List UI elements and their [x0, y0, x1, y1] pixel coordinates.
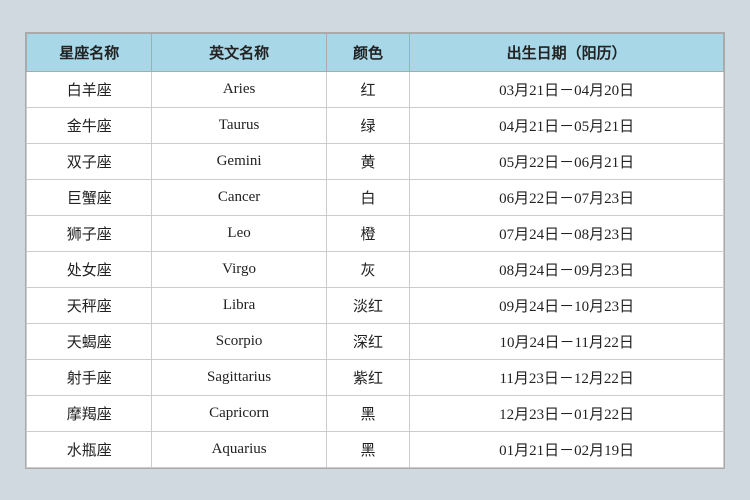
cell-date: 09月24日－10月23日	[410, 287, 724, 323]
cell-english: Sagittarius	[152, 359, 326, 395]
cell-english: Libra	[152, 287, 326, 323]
cell-chinese: 摩羯座	[27, 395, 152, 431]
cell-color: 白	[326, 179, 410, 215]
cell-color: 橙	[326, 215, 410, 251]
cell-english: Scorpio	[152, 323, 326, 359]
table-row: 天秤座Libra淡红09月24日－10月23日	[27, 287, 724, 323]
cell-date: 03月21日－04月20日	[410, 71, 724, 107]
cell-english: Cancer	[152, 179, 326, 215]
table-row: 摩羯座Capricorn黑12月23日－01月22日	[27, 395, 724, 431]
cell-color: 灰	[326, 251, 410, 287]
table-body: 白羊座Aries红03月21日－04月20日金牛座Taurus绿04月21日－0…	[27, 71, 724, 467]
table-row: 水瓶座Aquarius黑01月21日－02月19日	[27, 431, 724, 467]
cell-date: 05月22日－06月21日	[410, 143, 724, 179]
cell-english: Capricorn	[152, 395, 326, 431]
cell-chinese: 金牛座	[27, 107, 152, 143]
cell-chinese: 处女座	[27, 251, 152, 287]
cell-date: 06月22日－07月23日	[410, 179, 724, 215]
table-header-row: 星座名称 英文名称 颜色 出生日期（阳历）	[27, 33, 724, 71]
cell-color: 淡红	[326, 287, 410, 323]
cell-chinese: 巨蟹座	[27, 179, 152, 215]
cell-date: 08月24日－09月23日	[410, 251, 724, 287]
zodiac-table: 星座名称 英文名称 颜色 出生日期（阳历） 白羊座Aries红03月21日－04…	[26, 33, 724, 468]
cell-color: 黄	[326, 143, 410, 179]
cell-chinese: 天秤座	[27, 287, 152, 323]
cell-color: 黑	[326, 395, 410, 431]
cell-english: Aries	[152, 71, 326, 107]
header-english: 英文名称	[152, 33, 326, 71]
cell-color: 绿	[326, 107, 410, 143]
table-row: 白羊座Aries红03月21日－04月20日	[27, 71, 724, 107]
table-row: 巨蟹座Cancer白06月22日－07月23日	[27, 179, 724, 215]
cell-color: 紫红	[326, 359, 410, 395]
cell-chinese: 双子座	[27, 143, 152, 179]
cell-date: 04月21日－05月21日	[410, 107, 724, 143]
zodiac-table-container: 星座名称 英文名称 颜色 出生日期（阳历） 白羊座Aries红03月21日－04…	[25, 32, 725, 469]
cell-date: 10月24日－11月22日	[410, 323, 724, 359]
header-color: 颜色	[326, 33, 410, 71]
cell-color: 深红	[326, 323, 410, 359]
cell-chinese: 白羊座	[27, 71, 152, 107]
table-row: 射手座Sagittarius紫红11月23日－12月22日	[27, 359, 724, 395]
cell-color: 黑	[326, 431, 410, 467]
cell-english: Taurus	[152, 107, 326, 143]
table-row: 金牛座Taurus绿04月21日－05月21日	[27, 107, 724, 143]
cell-chinese: 狮子座	[27, 215, 152, 251]
table-row: 狮子座Leo橙07月24日－08月23日	[27, 215, 724, 251]
cell-chinese: 天蝎座	[27, 323, 152, 359]
header-chinese: 星座名称	[27, 33, 152, 71]
cell-chinese: 水瓶座	[27, 431, 152, 467]
table-row: 处女座Virgo灰08月24日－09月23日	[27, 251, 724, 287]
table-row: 天蝎座Scorpio深红10月24日－11月22日	[27, 323, 724, 359]
header-date: 出生日期（阳历）	[410, 33, 724, 71]
cell-date: 01月21日－02月19日	[410, 431, 724, 467]
cell-english: Aquarius	[152, 431, 326, 467]
table-row: 双子座Gemini黄05月22日－06月21日	[27, 143, 724, 179]
cell-date: 12月23日－01月22日	[410, 395, 724, 431]
cell-color: 红	[326, 71, 410, 107]
cell-chinese: 射手座	[27, 359, 152, 395]
cell-date: 07月24日－08月23日	[410, 215, 724, 251]
cell-date: 11月23日－12月22日	[410, 359, 724, 395]
cell-english: Virgo	[152, 251, 326, 287]
cell-english: Leo	[152, 215, 326, 251]
cell-english: Gemini	[152, 143, 326, 179]
